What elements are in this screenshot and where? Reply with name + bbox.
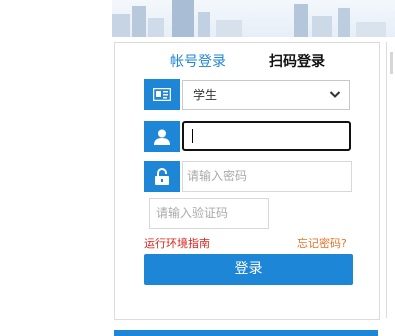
captcha-placeholder: 请输入验证码 (156, 206, 229, 220)
username-input[interactable] (182, 121, 351, 151)
id-card-icon (144, 79, 180, 110)
header-banner-image (112, 0, 395, 37)
environment-guide-link[interactable]: 运行环境指南 (144, 237, 210, 251)
forgot-password-link[interactable]: 忘记密码? (297, 237, 347, 251)
role-select-value: 学生 (193, 88, 218, 102)
footer-bar (114, 330, 378, 336)
captcha-input[interactable]: 请输入验证码 (149, 198, 269, 229)
password-input[interactable]: 请输入密码 (182, 161, 352, 192)
login-page: 帐号登录 扫码登录 学生 请输入密码 请输入验证码 运行环境指南 忘记密码? 登… (0, 0, 395, 336)
tab-account-login[interactable]: 帐号登录 (170, 52, 226, 72)
text-cursor (192, 129, 193, 143)
scrollbar[interactable] (386, 42, 395, 318)
password-placeholder: 请输入密码 (187, 169, 248, 183)
role-select[interactable]: 学生 (182, 80, 350, 110)
login-button[interactable]: 登录 (144, 254, 353, 285)
scrollbar-thumb[interactable] (390, 52, 393, 74)
user-icon (144, 121, 180, 152)
chevron-down-icon (329, 91, 341, 98)
tab-qr-login[interactable]: 扫码登录 (269, 52, 325, 72)
lock-icon (144, 161, 180, 192)
